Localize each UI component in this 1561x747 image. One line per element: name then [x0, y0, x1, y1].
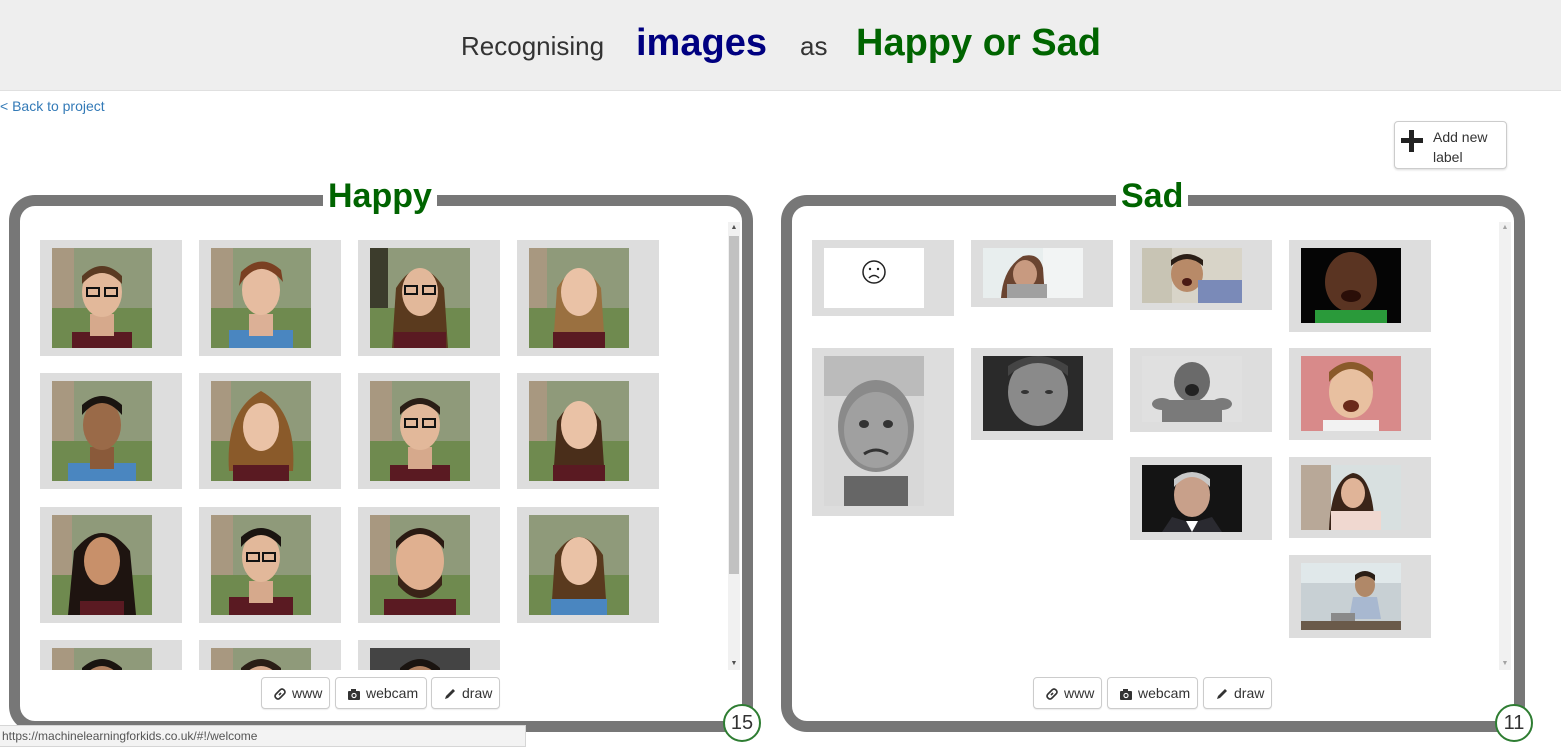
happy-www-button[interactable]: www — [261, 677, 330, 709]
webcam-label: webcam — [1138, 685, 1191, 701]
training-image — [52, 381, 152, 481]
training-image — [983, 248, 1083, 298]
title-recognising: Recognising — [461, 31, 605, 61]
training-image — [211, 381, 311, 481]
training-image-card[interactable] — [971, 348, 1113, 440]
training-image-card[interactable] — [199, 240, 341, 356]
training-image — [1142, 465, 1242, 532]
training-image-card[interactable] — [812, 240, 954, 316]
training-image-card[interactable] — [40, 640, 182, 670]
www-label: www — [292, 685, 323, 701]
add-new-label-text: Add new label — [1433, 129, 1488, 165]
training-image-card[interactable] — [812, 348, 954, 516]
pencil-icon — [1217, 689, 1227, 699]
training-image-card[interactable] — [40, 373, 182, 489]
bucket-title-happy: Happy — [323, 179, 437, 213]
training-image-card[interactable] — [199, 507, 341, 623]
scroll-up-arrow-icon[interactable]: ▲ — [728, 222, 740, 234]
training-image — [52, 248, 152, 348]
training-image-card[interactable] — [517, 373, 659, 489]
training-image-card[interactable] — [1289, 555, 1431, 638]
training-image-card[interactable] — [199, 373, 341, 489]
back-to-project-link[interactable]: < Back to project — [0, 98, 105, 114]
sad-webcam-button[interactable]: webcam — [1107, 677, 1198, 709]
training-image-card[interactable] — [358, 373, 500, 489]
sad-www-button[interactable]: www — [1033, 677, 1102, 709]
training-image — [1142, 248, 1242, 303]
training-image — [370, 515, 470, 615]
training-image — [529, 515, 629, 615]
training-image — [824, 356, 924, 506]
sad-draw-button[interactable]: draw — [1203, 677, 1272, 709]
scroll-down-arrow-icon[interactable]: ▼ — [728, 658, 740, 670]
happy-webcam-button[interactable]: webcam — [335, 677, 427, 709]
training-image — [211, 248, 311, 348]
plus-icon — [1401, 130, 1423, 152]
title-project-type: images — [636, 22, 767, 64]
camera-icon — [1120, 689, 1132, 700]
training-image — [211, 515, 311, 615]
title-bar: Recognising images as Happy or Sad — [0, 0, 1561, 91]
training-image — [529, 381, 629, 481]
training-image-card[interactable] — [40, 240, 182, 356]
training-image — [370, 648, 470, 670]
title-as: as — [800, 31, 828, 61]
scroll-down-arrow-icon[interactable]: ▼ — [1499, 658, 1511, 670]
training-image — [529, 248, 629, 348]
training-image-card[interactable] — [1130, 240, 1272, 310]
draw-label: draw — [462, 685, 493, 701]
training-image-card[interactable] — [1289, 240, 1431, 332]
training-image — [1301, 465, 1401, 530]
training-image-card[interactable] — [517, 507, 659, 623]
training-image-card[interactable] — [1130, 457, 1272, 540]
training-image — [52, 515, 152, 615]
training-image-card[interactable] — [358, 640, 500, 670]
browser-status-url: https://machinelearningforkids.co.uk/#!/… — [0, 725, 526, 747]
training-image — [1301, 248, 1401, 323]
pencil-icon — [445, 689, 455, 699]
training-image-card[interactable] — [358, 240, 500, 356]
training-image-card[interactable] — [517, 240, 659, 356]
training-image — [211, 648, 311, 670]
sad-image-count-badge: 11 — [1495, 704, 1533, 742]
link-icon — [1046, 688, 1058, 700]
training-image-card[interactable] — [199, 640, 341, 670]
scrollbar-thumb[interactable] — [729, 236, 739, 574]
webcam-label: webcam — [366, 685, 419, 701]
camera-icon — [348, 689, 360, 700]
training-image — [52, 648, 152, 670]
training-image-card[interactable] — [1130, 348, 1272, 432]
title-project-name: Happy or Sad — [856, 22, 1101, 64]
scroll-up-arrow-icon[interactable]: ▲ — [1499, 222, 1511, 234]
training-image-card[interactable] — [971, 240, 1113, 307]
training-image — [370, 248, 470, 348]
training-image-card[interactable] — [1289, 457, 1431, 538]
happy-image-count-badge: 15 — [723, 704, 761, 742]
add-new-label-button[interactable]: Add new label — [1394, 121, 1507, 169]
www-label: www — [1064, 685, 1095, 701]
happy-draw-button[interactable]: draw — [431, 677, 500, 709]
happy-image-list[interactable] — [22, 222, 728, 670]
training-image-card[interactable] — [40, 507, 182, 623]
training-image — [1301, 356, 1401, 431]
happy-scrollbar[interactable]: ▲ ▼ — [728, 222, 740, 670]
sad-scrollbar[interactable]: ▲ ▼ — [1499, 222, 1511, 670]
training-image — [370, 381, 470, 481]
sad-image-list[interactable] — [794, 222, 1498, 670]
training-image — [1142, 356, 1242, 422]
training-image — [983, 356, 1083, 431]
training-image-card[interactable] — [1289, 348, 1431, 440]
training-image-card[interactable] — [358, 507, 500, 623]
training-image — [1301, 563, 1401, 630]
bucket-title-sad: Sad — [1116, 179, 1189, 213]
draw-label: draw — [1234, 685, 1265, 701]
training-image — [824, 248, 924, 308]
link-icon — [274, 688, 286, 700]
